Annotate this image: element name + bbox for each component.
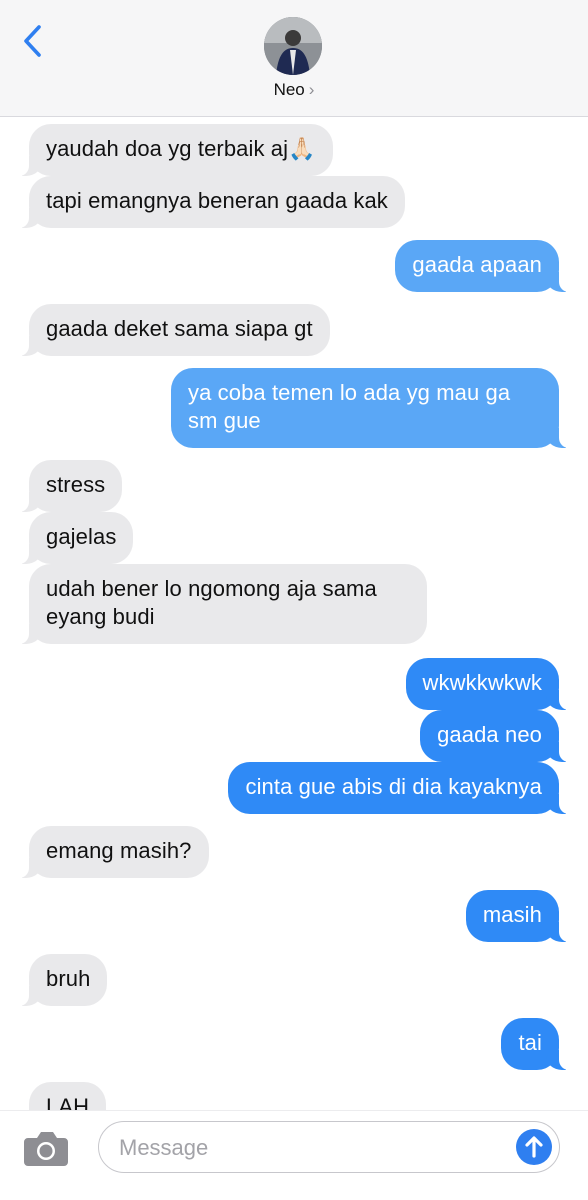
message-composer xyxy=(0,1110,588,1200)
message-bubble-incoming[interactable]: udah bener lo ngomong aja sama eyang bud… xyxy=(19,564,427,644)
message-thread[interactable]: yaudah doa yg terbaik aj🙏🏻 tapi emangnya… xyxy=(0,116,588,1110)
conversation-header: Neo › xyxy=(0,0,588,117)
contact-name: Neo xyxy=(273,80,305,99)
camera-icon[interactable] xyxy=(22,1128,70,1168)
message-field[interactable] xyxy=(98,1121,560,1173)
contact-name-button[interactable]: Neo › xyxy=(0,80,588,100)
message-bubble-incoming[interactable]: stress xyxy=(18,460,123,512)
message-bubble-incoming[interactable]: emang masih? xyxy=(19,826,209,878)
send-button[interactable] xyxy=(516,1129,552,1165)
message-bubble-incoming[interactable]: gaada deket sama siapa gt xyxy=(19,304,330,356)
message-bubble-incoming[interactable]: tapi emangnya beneran gaada kak xyxy=(19,176,405,228)
send-arrow-icon xyxy=(525,1136,543,1158)
message-bubble-incoming[interactable]: gajelas xyxy=(18,512,134,564)
message-bubble-outgoing[interactable]: ya coba temen lo ada yg mau ga sm gue xyxy=(171,368,569,448)
message-bubble-incoming[interactable]: LAH xyxy=(29,1082,107,1110)
message-bubble-outgoing[interactable]: masih xyxy=(465,890,570,942)
message-bubble-outgoing[interactable]: cinta gue abis di dia kayaknya xyxy=(228,762,569,814)
back-chevron-icon[interactable] xyxy=(14,22,54,62)
message-bubble-outgoing[interactable]: tai xyxy=(501,1018,569,1070)
chevron-right-icon: › xyxy=(308,80,315,99)
message-bubble-incoming[interactable]: yaudah doa yg terbaik aj🙏🏻 xyxy=(19,124,333,176)
avatar[interactable] xyxy=(264,17,322,75)
message-bubble-incoming[interactable]: bruh xyxy=(18,954,108,1006)
message-bubble-outgoing[interactable]: gaada apaan xyxy=(395,240,569,292)
message-bubble-outgoing[interactable]: wkwkkwkwk xyxy=(405,658,570,710)
message-bubble-outgoing[interactable]: gaada neo xyxy=(420,710,569,762)
message-input[interactable] xyxy=(117,1122,511,1173)
